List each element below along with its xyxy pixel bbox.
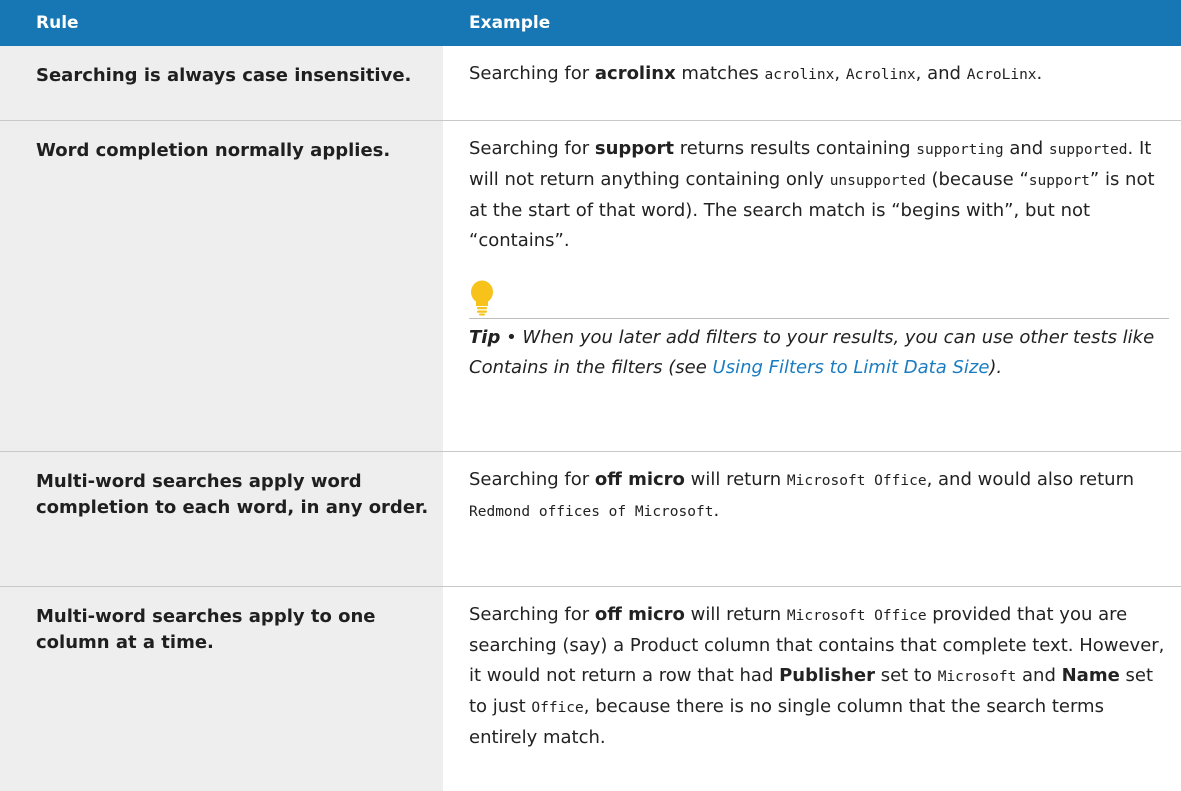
rule-cell: Multi-word searches apply word completio… — [0, 452, 443, 587]
code-value: Microsoft — [938, 669, 1017, 685]
rule-cell: Multi-word searches apply to one column … — [0, 587, 443, 791]
text: , and would also return — [927, 469, 1135, 490]
text: will return — [685, 604, 787, 625]
text: ). — [989, 357, 1002, 378]
code-value: unsupported — [830, 173, 926, 189]
table-row: Word completion normally applies. Search… — [0, 121, 1181, 452]
search-term: support — [595, 138, 674, 159]
search-rules-table: Rule Example Searching is always case in… — [0, 0, 1181, 791]
code-value: Microsoft Office — [787, 608, 927, 624]
table-row: Searching is always case insensitive. Se… — [0, 46, 1181, 121]
text: . — [1037, 63, 1043, 84]
text: returns results containing — [674, 138, 916, 159]
rule-cell: Searching is always case insensitive. — [0, 46, 443, 121]
search-term: off micro — [595, 469, 685, 490]
code-value: Acrolinx — [846, 67, 916, 83]
tip-label: Tip — [469, 327, 500, 348]
tip-text: Tip • When you later add filters to your… — [469, 323, 1169, 383]
header-rule: Rule — [0, 0, 443, 46]
header-example: Example — [443, 0, 1181, 46]
code-value: supported — [1049, 142, 1128, 158]
filters-link[interactable]: Using Filters to Limit Data Size — [713, 357, 990, 378]
table-row: Multi-word searches apply word completio… — [0, 452, 1181, 587]
table-row: Multi-word searches apply to one column … — [0, 587, 1181, 791]
table-header-row: Rule Example — [0, 0, 1181, 46]
field-name: Publisher — [779, 665, 875, 686]
text: , — [834, 63, 845, 84]
code-value: supporting — [916, 142, 1003, 158]
search-term: off micro — [595, 604, 685, 625]
field-name: Name — [1062, 665, 1120, 686]
search-term: acrolinx — [595, 63, 676, 84]
text: and — [1016, 665, 1061, 686]
code-value: support — [1029, 173, 1090, 189]
text: set to — [875, 665, 938, 686]
text: . — [713, 500, 719, 521]
text: Searching for — [469, 138, 595, 159]
example-cell: Searching for acrolinx matches acrolinx,… — [443, 46, 1181, 121]
rule-cell: Word completion normally applies. — [0, 121, 443, 452]
lightbulb-icon — [469, 280, 1169, 316]
tip-divider — [469, 318, 1169, 319]
text: Searching for — [469, 604, 595, 625]
text: (because “ — [926, 169, 1029, 190]
text: Searching for — [469, 63, 595, 84]
code-value: AcroLinx — [967, 67, 1037, 83]
example-cell: Searching for support returns results co… — [443, 121, 1181, 452]
code-value: Microsoft Office — [787, 473, 927, 489]
tip-box: Tip • When you later add filters to your… — [469, 280, 1169, 383]
code-value: Redmond offices of Microsoft — [469, 504, 713, 520]
example-paragraph: Searching for support returns results co… — [469, 134, 1169, 256]
example-cell: Searching for off micro will return Micr… — [443, 452, 1181, 587]
code-value: acrolinx — [765, 67, 835, 83]
text: , and — [916, 63, 967, 84]
example-cell: Searching for off micro will return Micr… — [443, 587, 1181, 791]
code-value: Office — [531, 700, 583, 716]
text: and — [1004, 138, 1049, 159]
text: will return — [685, 469, 787, 490]
text: Searching for — [469, 469, 595, 490]
text: matches — [676, 63, 765, 84]
